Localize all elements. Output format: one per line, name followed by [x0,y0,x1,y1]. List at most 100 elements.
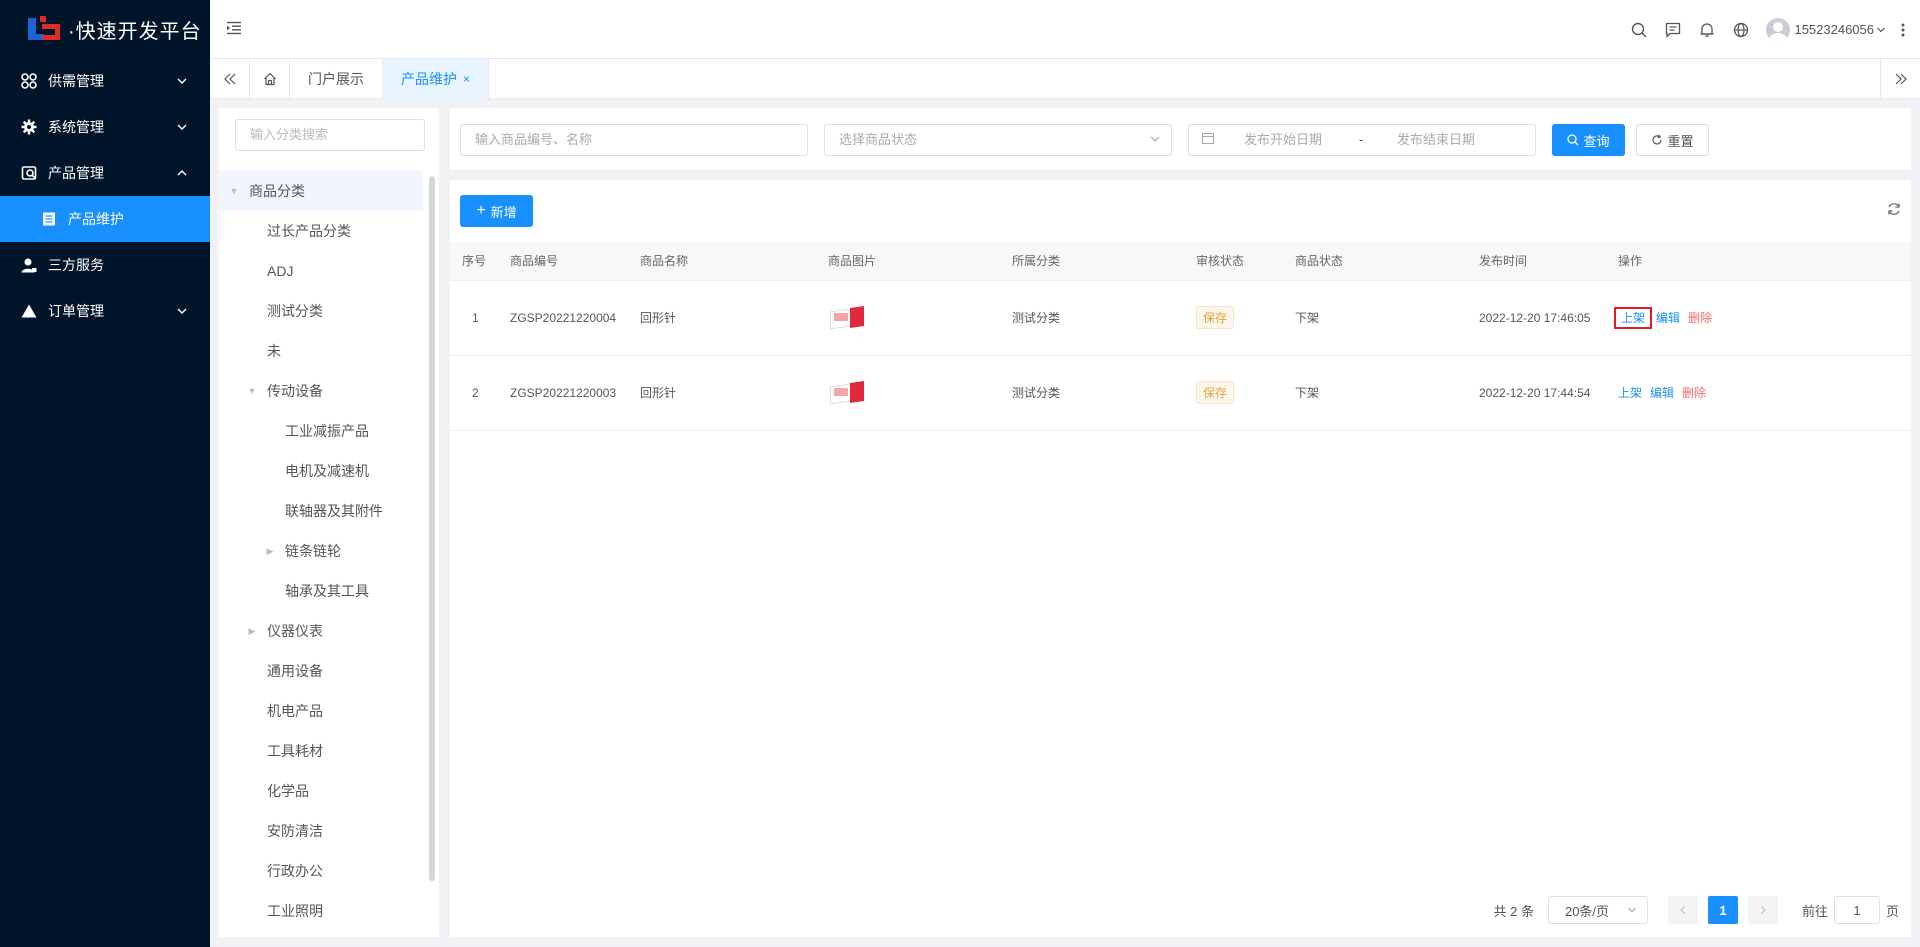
edit-link[interactable]: 编辑 [1656,311,1680,325]
caret-right-icon[interactable]: ▶ [263,546,277,557]
message-icon[interactable] [1656,22,1690,38]
tree-node[interactable]: 过长产品分类 [219,211,423,251]
actions-cell: 上架 编辑 删除 [1606,355,1911,431]
caret-down-icon[interactable]: ▼ [227,186,241,196]
status-select[interactable]: 选择商品状态 [824,124,1172,156]
chevron-down-icon [176,120,188,136]
audit-status-cell: 保存 [1184,355,1283,431]
sidebar-item-label: 订单管理 [48,303,104,319]
more-vertical-icon[interactable] [1886,22,1920,38]
sidebar-item-system[interactable]: 系统管理 [0,104,210,150]
sidebar-item-third-party[interactable]: 三方服务 [0,242,210,288]
product-status: 下架 [1283,355,1467,431]
sidebar-item-product[interactable]: 产品管理 [0,150,210,196]
caret-right-icon[interactable]: ▶ [245,626,259,637]
table-header-row: 序号 商品编号 商品名称 商品图片 所属分类 审核状态 商品状态 发布时间 操作 [450,242,1911,281]
actions-cell: 上架 编辑 删除 [1606,280,1911,356]
username[interactable]: 15523246056 [1794,22,1874,37]
tab-portal[interactable]: 门户展示 [290,59,383,99]
tree-node[interactable]: 工业减振产品 [219,411,423,451]
tree-node[interactable]: 未 [219,331,423,371]
start-date-input[interactable]: 发布开始日期 [1244,125,1322,155]
sidebar: ·快速开发平台 供需管理 系统管理 产品管理 产品维护 三方服务 订单管理 [0,0,210,947]
table-row: 1 ZGSP20221220004 回形针 测试分类 保存 下架 2022-12… [450,280,1911,356]
row-index: 1 [450,280,498,356]
delete-link[interactable]: 删除 [1682,386,1706,400]
page-suffix: 页 [1885,903,1899,919]
next-page-button[interactable] [1747,896,1778,924]
total-count: 共 2 条 [1493,903,1534,919]
sidebar-item-supply[interactable]: 供需管理 [0,58,210,104]
tree-node[interactable]: 通用设备 [219,651,423,691]
tree-node[interactable]: 联轴器及其附件 [219,491,423,531]
menu-toggle-icon[interactable] [226,20,242,39]
sidebar-item-order[interactable]: 订单管理 [0,288,210,334]
prev-page-button[interactable] [1667,896,1698,924]
column-header: 商品图片 [816,242,1000,281]
gear-icon [20,118,38,136]
category-search-input[interactable]: 输入分类搜索 [235,119,425,151]
close-icon[interactable]: × [463,72,470,86]
refresh-icon[interactable] [1887,202,1901,219]
app-title: ·快速开发平台 [68,20,202,43]
tree-node-label: 通用设备 [267,663,323,679]
tree-node[interactable]: ▼ 传动设备 [219,371,423,411]
tree-node[interactable]: 机电产品 [219,691,423,731]
bell-icon[interactable] [1690,22,1724,38]
publish-link[interactable]: 上架 [1613,307,1653,329]
tree-node[interactable]: 行政办公 [219,851,423,891]
scroll-left-icon[interactable] [210,59,250,99]
tab-product-maintenance[interactable]: 产品维护 × [383,59,490,99]
tree-node[interactable]: 工具耗材 [219,731,423,771]
tree-node-label: 电机及减速机 [285,463,369,479]
logo[interactable]: ·快速开发平台 [0,0,210,58]
product-image[interactable] [828,380,866,406]
scroll-right-icon[interactable] [1880,59,1920,99]
logo-icon [26,14,62,44]
publish-time: 2022-12-20 17:46:05 [1467,280,1606,356]
keyword-search-input[interactable]: 输入商品编号、名称 [460,124,808,156]
publish-link[interactable]: 上架 [1618,386,1642,400]
calendar-icon [1201,126,1215,156]
search-button-label: 查询 [1583,133,1610,149]
tree-node[interactable]: 化学品 [219,771,423,811]
category-tree-panel: 输入分类搜索 ▼ 商品分类过长产品分类 ADJ 测试分类未 ▼ 传动设备 工业减振产品电机及… [219,108,439,937]
tree-node[interactable]: ▼ 商品分类 [219,171,423,211]
page-number-button[interactable]: 1 [1707,896,1738,924]
sidebar-item-product-maintenance[interactable]: 产品维护 [0,196,210,242]
product-image-cell [816,280,1000,356]
tree-node[interactable]: 轴承及其工具 [219,571,423,611]
sidebar-item-label: 系统管理 [48,119,104,135]
tree-node[interactable]: ▶ 仪器仪表 [219,611,423,651]
page-size-select[interactable]: 20条/页 [1547,896,1648,924]
column-header: 所属分类 [1000,242,1184,281]
tree-node[interactable]: 电机及减速机 [219,451,423,491]
tree-node-label: 商品分类 [249,183,305,199]
search-icon[interactable] [1622,22,1656,38]
tree-node[interactable]: 测试分类 [219,291,423,331]
reset-button[interactable]: 重置 [1636,124,1709,156]
chevron-down-icon[interactable] [1876,22,1886,38]
tree-node[interactable]: ADJ [219,251,423,291]
tree-node[interactable]: ▶ 链条链轮 [219,531,423,571]
caret-down-icon[interactable]: ▼ [245,386,259,396]
scrollbar[interactable] [429,176,435,881]
add-button[interactable]: + 新增 [460,195,533,227]
home-icon[interactable] [250,59,290,99]
edit-link[interactable]: 编辑 [1650,386,1674,400]
tree-node-label: 仪器仪表 [267,623,323,639]
tree-node[interactable]: 工业照明 [219,891,423,931]
avatar[interactable] [1766,17,1791,42]
delete-link[interactable]: 删除 [1688,311,1712,325]
goto-page-input[interactable]: 1 [1833,896,1880,924]
triangle-icon [20,302,38,320]
globe-icon[interactable] [1724,22,1758,38]
reset-button-label: 重置 [1667,133,1694,149]
search-button[interactable]: 查询 [1552,124,1625,156]
end-date-input[interactable]: 发布结束日期 [1397,125,1475,155]
tree-node[interactable]: 安防清洁 [219,811,423,851]
refresh-icon [1651,134,1663,146]
product-image[interactable] [828,305,866,331]
user-icon [20,256,38,274]
date-range-picker[interactable]: 发布开始日期 - 发布结束日期 [1188,124,1536,156]
